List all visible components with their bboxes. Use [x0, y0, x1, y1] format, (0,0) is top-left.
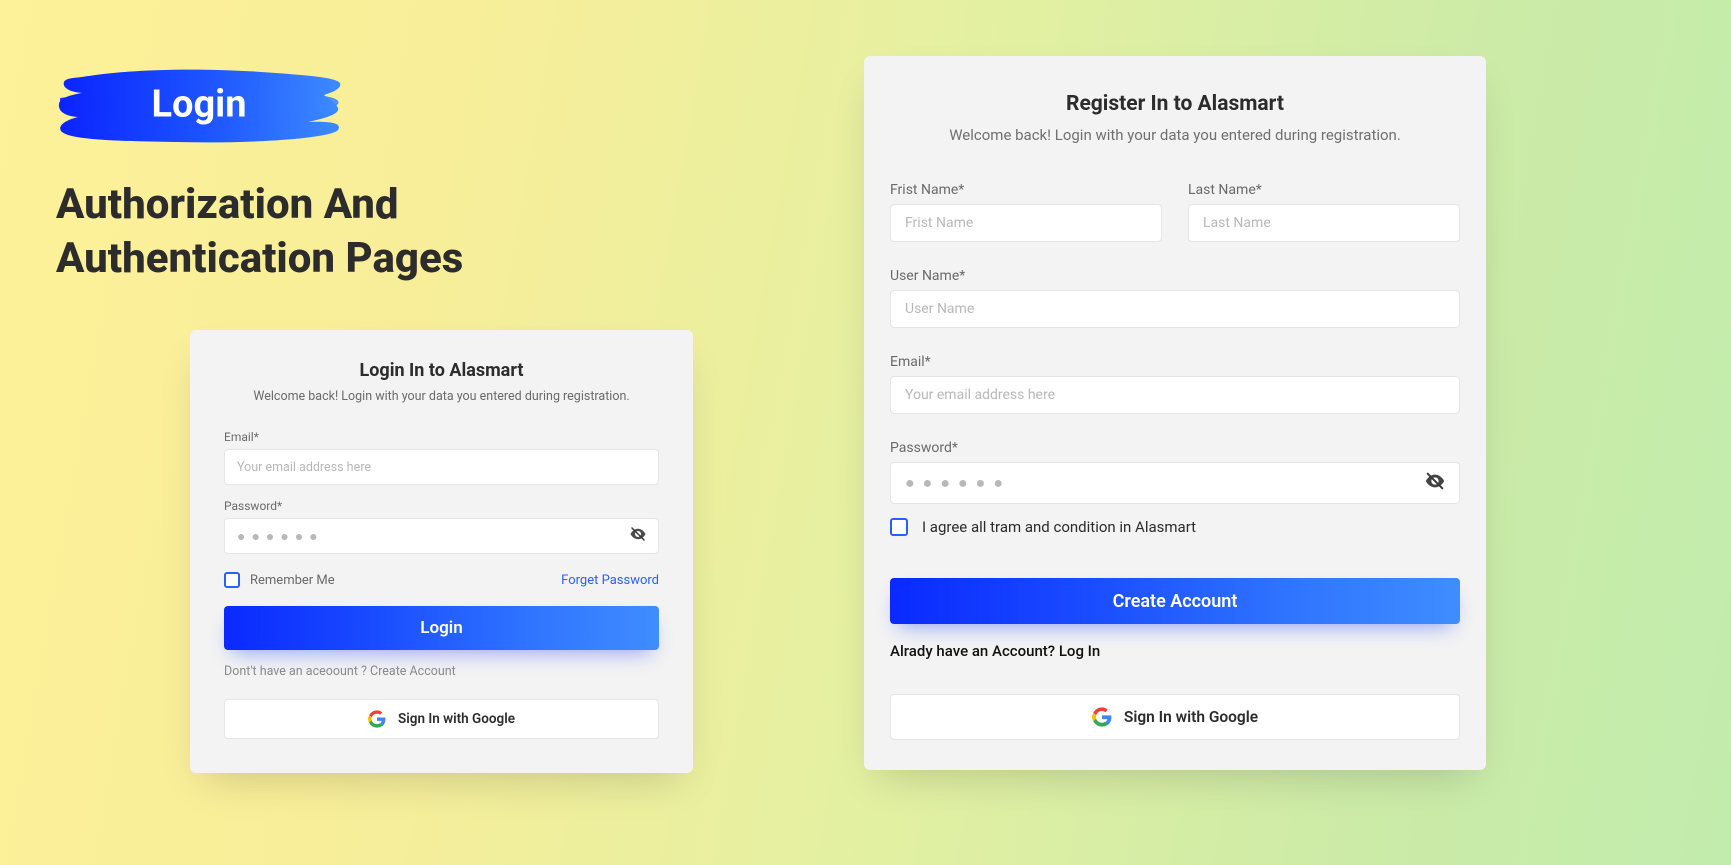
- register-google-label: Sign In with Google: [1124, 708, 1258, 726]
- remember-me-checkbox[interactable]: Remember Me: [224, 572, 335, 588]
- register-title: Register In to Alasmart: [890, 92, 1460, 116]
- eye-slash-icon[interactable]: [1424, 470, 1446, 496]
- checkbox-box-icon: [890, 518, 908, 536]
- user-name-input[interactable]: [890, 290, 1460, 328]
- google-icon: [1092, 707, 1112, 727]
- register-subtitle: Welcome back! Login with your data you e…: [890, 126, 1460, 144]
- login-password-input[interactable]: ●●●●●●: [224, 518, 659, 554]
- password-dots: ●●●●●●: [905, 473, 1011, 493]
- first-name-label: Frist Name*: [890, 182, 1162, 198]
- login-google-button[interactable]: Sign In with Google: [224, 699, 659, 739]
- page-heading: Authorization And Authentication Pages: [56, 178, 676, 286]
- have-account-line[interactable]: Alrady have an Account? Log In: [890, 642, 1460, 660]
- register-card: Register In to Alasmart Welcome back! Lo…: [864, 56, 1486, 770]
- brush-stroke: Login: [56, 68, 342, 144]
- login-card: Login In to Alasmart Welcome back! Login…: [190, 330, 693, 773]
- login-email-input[interactable]: [224, 449, 659, 485]
- first-name-input[interactable]: [890, 204, 1162, 242]
- login-password-label: Password*: [224, 499, 659, 513]
- checkbox-box-icon: [224, 572, 240, 588]
- register-password-input[interactable]: ●●●●●●: [890, 462, 1460, 504]
- password-dots: ●●●●●●: [237, 528, 324, 545]
- login-submit-button[interactable]: Login: [224, 606, 659, 650]
- login-subtitle: Welcome back! Login with your data you e…: [224, 389, 659, 404]
- register-email-label: Email*: [890, 354, 1460, 370]
- google-icon: [368, 710, 386, 728]
- brush-label: Login: [56, 83, 342, 127]
- agree-terms-label: I agree all tram and condition in Alasma…: [922, 518, 1196, 536]
- register-password-label: Password*: [890, 440, 1460, 456]
- register-google-button[interactable]: Sign In with Google: [890, 694, 1460, 740]
- create-account-line[interactable]: Dont't have an aceoount ? Create Account: [224, 664, 659, 679]
- login-email-label: Email*: [224, 430, 659, 444]
- last-name-label: Last Name*: [1188, 182, 1460, 198]
- register-email-input[interactable]: [890, 376, 1460, 414]
- forget-password-link[interactable]: Forget Password: [561, 573, 659, 588]
- user-name-label: User Name*: [890, 268, 1460, 284]
- login-google-label: Sign In with Google: [398, 711, 515, 727]
- create-account-button[interactable]: Create Account: [890, 578, 1460, 624]
- eye-slash-icon[interactable]: [629, 525, 647, 547]
- login-title: Login In to Alasmart: [224, 360, 659, 381]
- last-name-input[interactable]: [1188, 204, 1460, 242]
- remember-me-label: Remember Me: [250, 573, 335, 588]
- agree-terms-checkbox[interactable]: I agree all tram and condition in Alasma…: [890, 518, 1460, 536]
